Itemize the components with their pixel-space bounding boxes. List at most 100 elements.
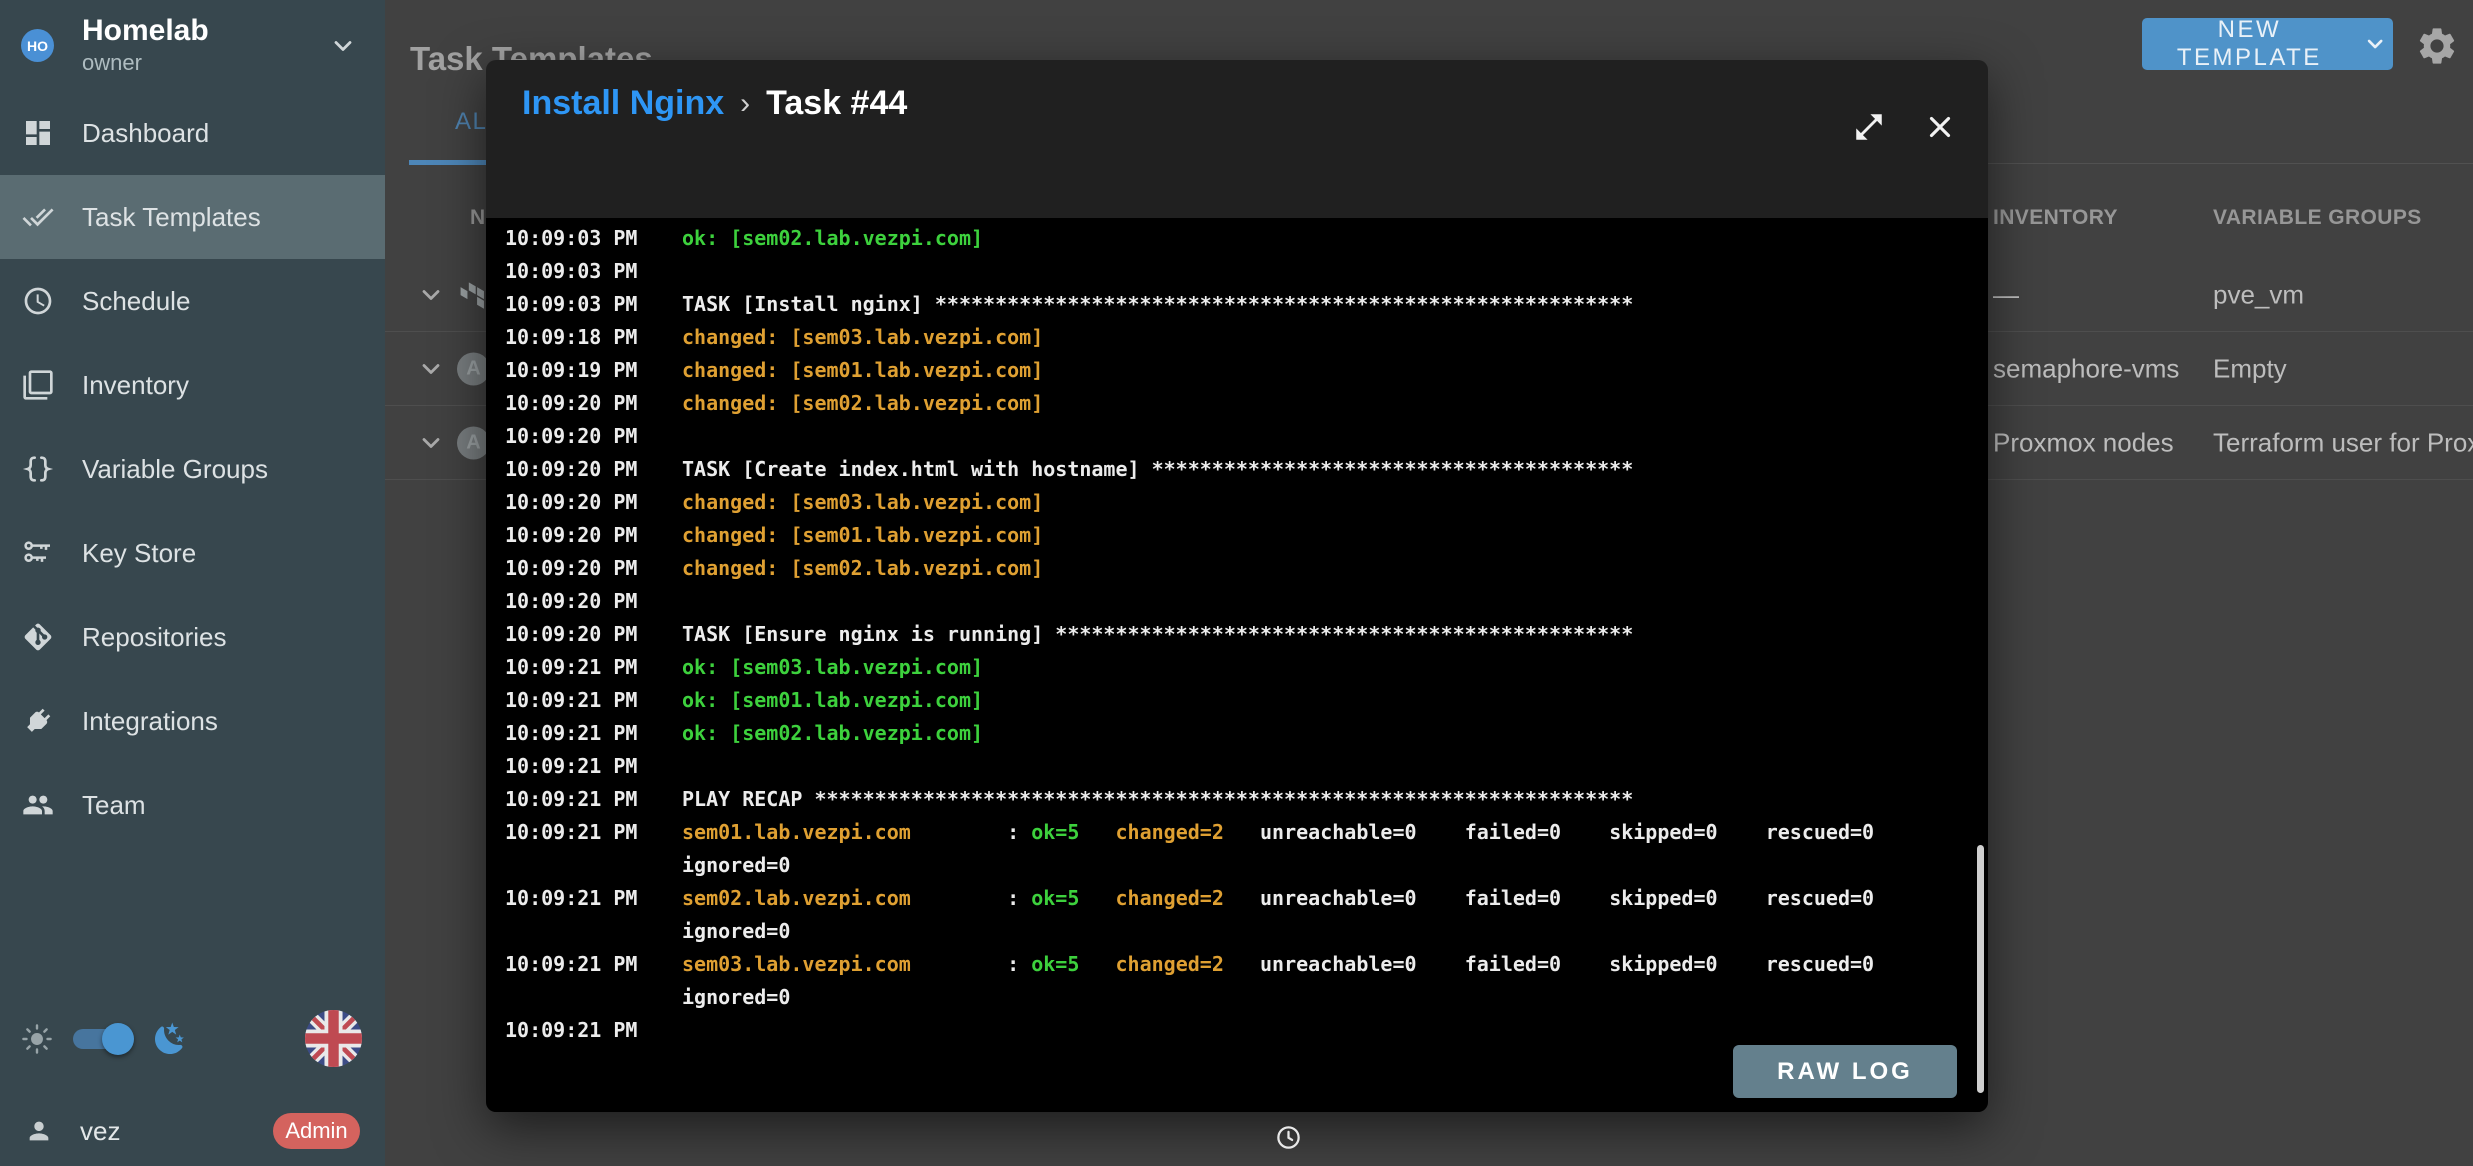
cell-variable-groups: Terraform user for Proxm [2213,427,2473,458]
log-segment: changed: [sem03.lab.vezpi.com] [682,325,1043,349]
new-template-button[interactable]: NEW TEMPLATE [2142,18,2393,70]
user-menu[interactable]: vez Admin [0,1103,385,1159]
log-timestamp: 10:09:03 PM [505,288,682,321]
team-switcher[interactable]: HO Homelab owner [0,0,385,91]
row-expander-icon[interactable] [417,281,445,309]
log-line: 10:09:21 PMok: [sem02.lab.vezpi.com] [486,717,1988,750]
log-line: ignored=0 [486,981,1988,1014]
gear-icon[interactable] [2415,24,2459,68]
log-timestamp: 10:09:20 PM [505,552,682,585]
log-segment: TASK [Create index.html with hostname] *… [682,457,1633,481]
log-timestamp: 10:09:20 PM [505,618,682,651]
sidebar-item-label: Task Templates [82,202,261,233]
sidebar-item-label: Inventory [82,370,189,401]
log-segment: ok=5 [1031,886,1079,910]
moon-icon [152,1021,188,1057]
log-segment: TASK [Ensure nginx is running] *********… [682,622,1633,646]
log-segment: : [911,820,1031,844]
sidebar-item-task-templates[interactable]: Task Templates [0,175,385,259]
log-segment: sem01.lab.vezpi.com [682,820,911,844]
sidebar-nav: Dashboard Task Templates Schedule Inventory… [0,91,385,847]
sidebar-item-dashboard[interactable]: Dashboard [0,91,385,175]
log-timestamp: 10:09:21 PM [505,684,682,717]
log-segment: changed=2 [1116,820,1224,844]
sidebar-item-inventory[interactable]: Inventory [0,343,385,427]
log-line: 10:09:20 PMTASK [Ensure nginx is running… [486,618,1988,651]
log-line: 10:09:21 PMsem02.lab.vezpi.com : ok=5 ch… [486,882,1988,915]
sidebar-item-label: Dashboard [82,118,209,149]
log-line: 10:09:20 PMchanged: [sem03.lab.vezpi.com… [486,486,1988,519]
log-segment: changed: [sem03.lab.vezpi.com] [682,490,1043,514]
new-template-label: NEW TEMPLATE [2148,16,2351,72]
cell-inventory: — [1993,279,2019,310]
row-expander-icon[interactable] [417,429,445,457]
sidebar-item-team[interactable]: Team [0,763,385,847]
log-line: 10:09:20 PMchanged: [sem01.lab.vezpi.com… [486,519,1988,552]
sidebar-item-variable-groups[interactable]: Variable Groups [0,427,385,511]
sun-icon [20,1022,54,1056]
raw-log-button[interactable]: RAW LOG [1733,1045,1957,1098]
log-segment: changed: [sem01.lab.vezpi.com] [682,358,1043,382]
chevron-down-icon [2363,31,2387,57]
language-flag-uk[interactable] [305,1010,362,1067]
sidebar-item-label: Schedule [82,286,190,317]
column-header-variable-groups: VARIABLE GROUPS [2213,206,2422,230]
task-modal: Install Nginx › Task #44 ✓ Success Start… [486,60,1988,1112]
log-timestamp: 10:09:20 PM [505,387,682,420]
log-scrollbar[interactable] [1977,845,1984,1093]
log-segment: ok=5 [1031,820,1079,844]
dark-mode-toggle[interactable] [73,1029,131,1049]
admin-badge: Admin [273,1113,360,1149]
close-icon[interactable] [1923,110,1957,144]
sidebar-item-key-store[interactable]: Key Store [0,511,385,595]
log-segment: ok: [sem03.lab.vezpi.com] [682,655,983,679]
log-segment: unreachable=0 failed=0 skipped=0 rescued… [1224,886,1874,910]
log-segment: PLAY RECAP *****************************… [682,787,1633,811]
breadcrumb-task-title: Task #44 [766,84,907,123]
log-line: 10:09:21 PM [486,750,1988,783]
log-timestamp: 10:09:18 PM [505,321,682,354]
log-segment: ignored=0 [682,853,790,877]
log-segment: changed=2 [1116,952,1224,976]
sidebar: HO Homelab owner Dashboard Task Templates… [0,0,385,1166]
log-line: 10:09:03 PMok: [sem02.lab.vezpi.com] [486,222,1988,255]
log-line: ignored=0 [486,849,1988,882]
log-segment: : [911,886,1031,910]
log-timestamp: 10:09:20 PM [505,420,682,453]
log-line: 10:09:21 PMsem01.lab.vezpi.com : ok=5 ch… [486,816,1988,849]
log-timestamp: 10:09:21 PM [505,948,682,981]
log-segment: changed=2 [1116,886,1224,910]
sidebar-item-repositories[interactable]: Repositories [0,595,385,679]
log-segment: unreachable=0 failed=0 skipped=0 rescued… [1224,952,1874,976]
log-line: 10:09:20 PMchanged: [sem02.lab.vezpi.com… [486,552,1988,585]
log-segment: changed: [sem01.lab.vezpi.com] [682,523,1043,547]
sidebar-item-schedule[interactable]: Schedule [0,259,385,343]
cell-inventory: semaphore-vms [1993,353,2179,384]
log-timestamp: 10:09:21 PM [505,783,682,816]
log-timestamp: 10:09:21 PM [505,717,682,750]
log-line: 10:09:21 PMsem03.lab.vezpi.com : ok=5 ch… [486,948,1988,981]
expand-icon[interactable] [1852,110,1886,144]
schedule-icon [22,285,54,317]
log-segment: ignored=0 [682,919,790,943]
log-line: 10:09:21 PMok: [sem01.lab.vezpi.com] [486,684,1988,717]
log-timestamp: 10:09:21 PM [505,816,682,849]
log-timestamp: 10:09:21 PM [505,651,682,684]
integrations-icon [22,705,54,737]
inventory-icon [22,369,54,401]
sidebar-item-label: Integrations [82,706,218,737]
log-segment: sem02.lab.vezpi.com [682,886,911,910]
log-segment: changed: [sem02.lab.vezpi.com] [682,391,1043,415]
log-segment [1079,952,1115,976]
log-line: 10:09:03 PMTASK [Install nginx] ********… [486,288,1988,321]
log-line: 10:09:20 PMTASK [Create index.html with … [486,453,1988,486]
breadcrumb-template-link[interactable]: Install Nginx [522,84,724,123]
variable-groups-icon [22,453,54,485]
row-expander-icon[interactable] [417,355,445,383]
log-segment [1079,820,1115,844]
log-timestamp: 10:09:20 PM [505,519,682,552]
log-segment: sem03.lab.vezpi.com [682,952,911,976]
cell-variable-groups: Empty [2213,353,2287,384]
sidebar-item-integrations[interactable]: Integrations [0,679,385,763]
team-icon [22,789,54,821]
